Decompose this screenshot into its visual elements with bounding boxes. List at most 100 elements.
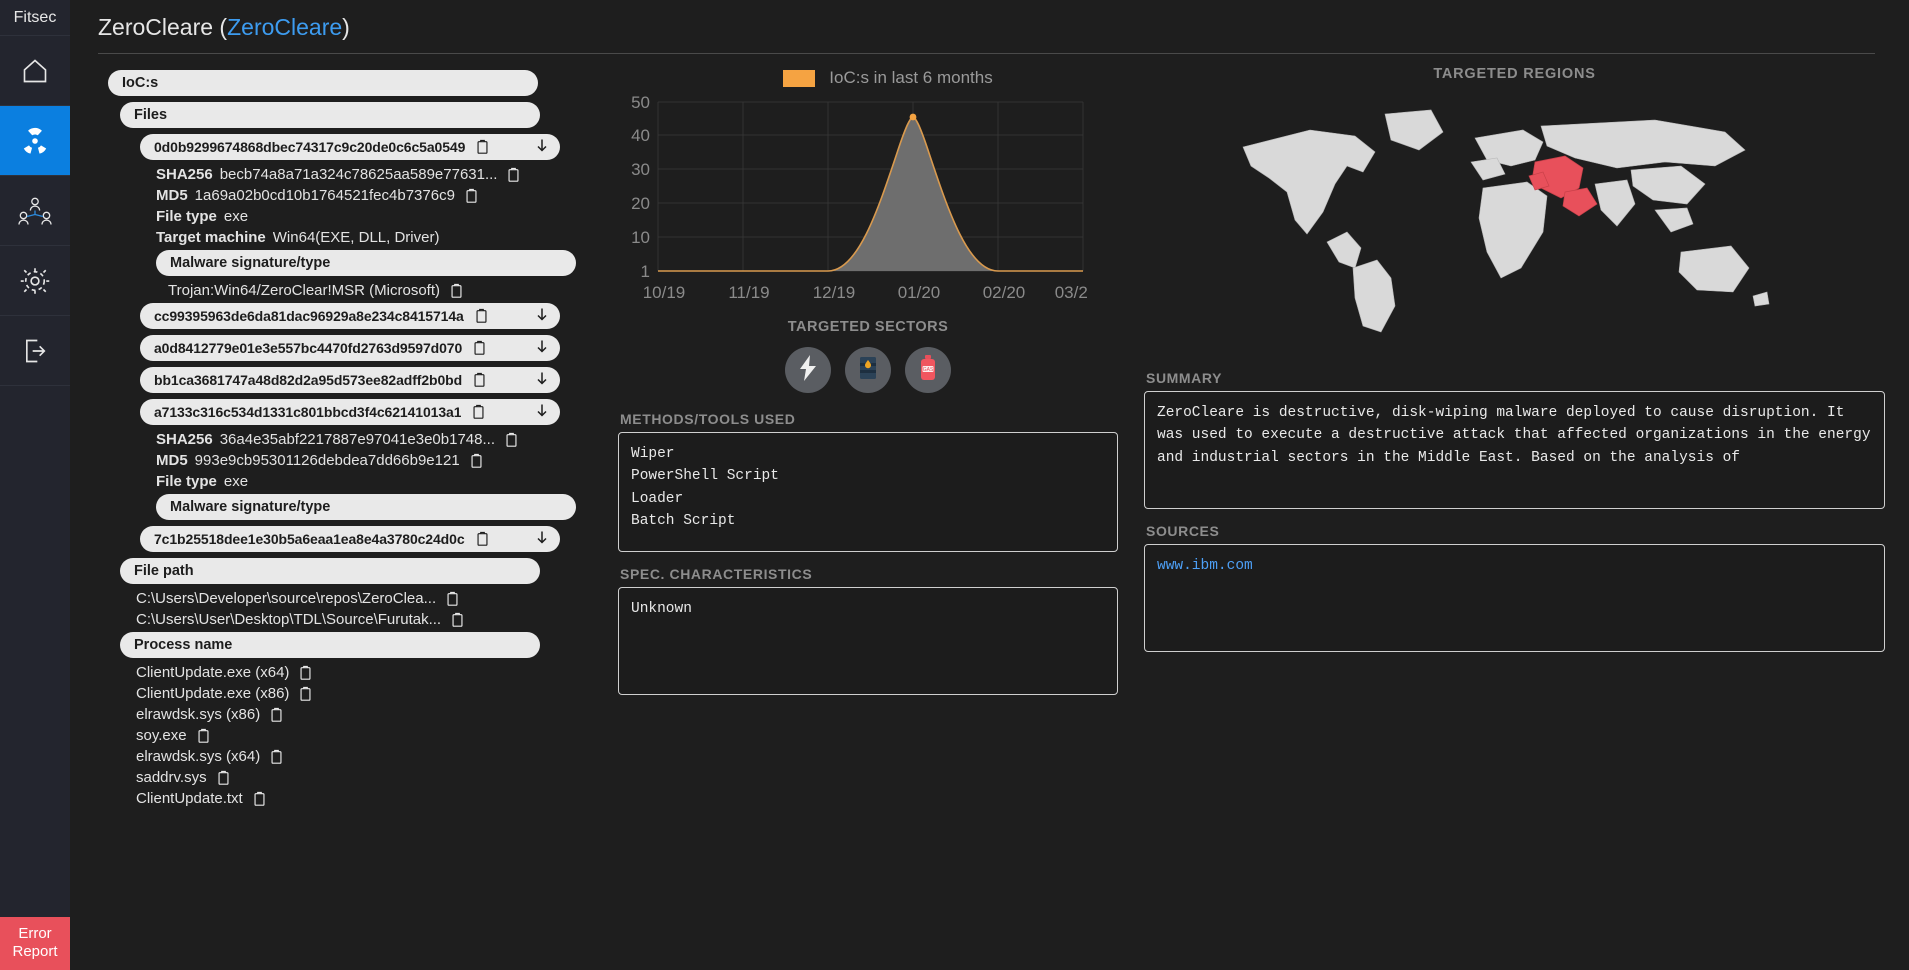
ioc-hash-pill[interactable]: 7c1b25518dee1e30b5a6eaa1ea8e4a3780c24d0c <box>140 526 560 552</box>
ioc-hash-pill[interactable]: 0d0b9299674868dbec74317c9c20de0c6c5a0549 <box>140 134 560 160</box>
sector-gas[interactable]: GAS <box>905 347 951 393</box>
x-tick-label: 02/20 <box>983 283 1026 302</box>
malware-signature-value: Trojan:Win64/ZeroClear!MSR (Microsoft) <box>168 282 440 299</box>
copy-icon[interactable] <box>196 728 211 744</box>
gear-icon <box>20 266 50 296</box>
ioc-hash-value: 7c1b25518dee1e30b5a6eaa1ea8e4a3780c24d0c <box>154 531 465 547</box>
ioc-root-pill[interactable]: IoC:s <box>108 70 538 96</box>
ioc-sha256-row: SHA256 36a4e35abf2217887e97041e3e0b1748.… <box>156 431 618 448</box>
x-tick-label: 10/19 <box>643 283 686 302</box>
process-name-row: elrawdsk.sys (x64) <box>136 748 618 765</box>
sidebar-item-actors[interactable] <box>0 176 70 246</box>
copy-icon[interactable] <box>450 612 465 628</box>
ioc-target-label: Target machine <box>156 229 266 246</box>
process-name-label: Process name <box>134 637 233 653</box>
summary-panel[interactable]: ZeroCleare is destructive, disk-wiping m… <box>1144 391 1885 509</box>
copy-icon[interactable] <box>269 749 284 765</box>
copy-icon[interactable] <box>269 707 284 723</box>
copy-icon[interactable] <box>504 432 519 448</box>
y-tick-label: 20 <box>631 194 650 213</box>
chevron-down-icon[interactable] <box>536 531 548 548</box>
ioc-hash-pill[interactable]: bb1ca3681747a48d82d2a95d573ee82adff2b0bd <box>140 367 560 393</box>
malware-signature-pill[interactable]: Malware signature/type <box>156 494 576 520</box>
copy-icon[interactable] <box>506 167 521 183</box>
sector-energy[interactable] <box>785 347 831 393</box>
sidebar-item-threats[interactable] <box>0 106 70 176</box>
x-tick-label: 03/20 <box>1055 283 1088 302</box>
gas-cylinder-icon: GAS <box>917 354 939 387</box>
chevron-down-icon[interactable] <box>536 404 548 421</box>
process-name-row: elrawdsk.sys (x86) <box>136 706 618 723</box>
svg-text:GAS: GAS <box>923 367 934 373</box>
process-name-row: soy.exe <box>136 727 618 744</box>
copy-icon[interactable] <box>252 791 267 807</box>
ioc-hash-pill[interactable]: a0d8412779e01e3e557bc4470fd2763d9597d070 <box>140 335 560 361</box>
ioc-files-pill[interactable]: Files <box>120 102 540 128</box>
methods-panel[interactable]: Wiper PowerShell Script Loader Batch Scr… <box>618 432 1118 552</box>
summary-section: SUMMARY ZeroCleare is destructive, disk-… <box>1144 370 1885 652</box>
ioc-hash-pill[interactable]: a7133c316c534d1331c801bbcd3f4c62141013a1 <box>140 399 560 425</box>
page-title-alias[interactable]: ZeroCleare <box>227 14 342 40</box>
targeted-regions-title: TARGETED REGIONS <box>1433 66 1596 82</box>
y-tick-label: 30 <box>631 160 650 179</box>
malware-signature-pill[interactable]: Malware signature/type <box>156 250 576 276</box>
chart-peak-marker <box>909 113 917 121</box>
copy-icon[interactable] <box>298 665 313 681</box>
ioc-md5-label: MD5 <box>156 452 188 469</box>
chevron-down-icon[interactable] <box>536 139 548 156</box>
copy-icon[interactable] <box>464 188 479 204</box>
chart-legend: IoC:s in last 6 months <box>658 68 1118 88</box>
ioc-md5-value: 1a69a02b0cd10b1764521fec4b7376c9 <box>194 187 455 204</box>
ioc-hash-value: bb1ca3681747a48d82d2a95d573ee82adff2b0bd <box>154 372 463 388</box>
ioc-filetype-value: exe <box>223 208 249 225</box>
copy-icon[interactable] <box>475 531 490 547</box>
ioc-root-label: IoC:s <box>122 75 159 91</box>
process-name-row: ClientUpdate.exe (x86) <box>136 685 618 702</box>
error-report-line2: Report <box>12 943 58 961</box>
copy-icon[interactable] <box>474 308 489 324</box>
targeted-sectors-title: TARGETED SECTORS <box>787 319 949 335</box>
y-tick-label: 1 <box>641 262 650 281</box>
source-link[interactable]: www.ibm.com <box>1157 558 1253 574</box>
copy-icon[interactable] <box>449 283 464 299</box>
copy-icon[interactable] <box>298 686 313 702</box>
error-report-line1: Error <box>18 924 52 942</box>
file-path-value: C:\Users\User\Desktop\TDL\Source\Furutak… <box>136 611 442 628</box>
copy-icon[interactable] <box>475 139 490 155</box>
copy-icon[interactable] <box>469 453 484 469</box>
summary-sources-row: SUMMARY ZeroCleare is destructive, disk-… <box>1144 370 1885 652</box>
file-path-label: File path <box>134 563 194 579</box>
error-report-button[interactable]: Error Report <box>0 916 70 970</box>
ioc-filetype-row: File type exe <box>156 473 618 490</box>
process-name-pill[interactable]: Process name <box>120 632 540 658</box>
spec-label: SPEC. CHARACTERISTICS <box>620 566 813 582</box>
ioc-md5-label: MD5 <box>156 187 188 204</box>
chevron-down-icon[interactable] <box>536 372 548 389</box>
sidebar-item-logout[interactable] <box>0 316 70 386</box>
x-tick-label: 12/19 <box>813 283 856 302</box>
sources-label: SOURCES <box>1146 523 1220 539</box>
copy-icon[interactable] <box>216 770 231 786</box>
ioc-hash-pill[interactable]: cc99395963de6da81dac96929a8e234c8415714a <box>140 303 560 329</box>
process-name-value: soy.exe <box>136 727 187 744</box>
right-column: TARGETED REGIONS SUMMARY ZeroCleare is d… <box>1118 54 1885 969</box>
copy-icon[interactable] <box>471 404 486 420</box>
sector-oil[interactable] <box>845 347 891 393</box>
copy-icon[interactable] <box>472 340 487 356</box>
sidebar-item-settings[interactable] <box>0 246 70 316</box>
ioc-filetype-label: File type <box>156 208 217 225</box>
world-map <box>1144 82 1885 352</box>
radiation-icon <box>19 125 51 157</box>
copy-icon[interactable] <box>472 372 487 388</box>
chevron-down-icon[interactable] <box>536 340 548 357</box>
y-tick-label: 50 <box>631 93 650 112</box>
sidebar-item-home[interactable] <box>0 36 70 106</box>
file-path-value: C:\Users\Developer\source\repos\ZeroClea… <box>136 590 437 607</box>
copy-icon[interactable] <box>445 591 460 607</box>
spec-panel[interactable]: Unknown <box>618 587 1118 695</box>
page-title: ZeroCleare (ZeroCleare) <box>98 0 1875 54</box>
chevron-down-icon[interactable] <box>536 308 548 325</box>
file-path-row: C:\Users\Developer\source\repos\ZeroClea… <box>136 590 618 607</box>
file-path-pill[interactable]: File path <box>120 558 540 584</box>
ioc-md5-value: 993e9cb95301126debdea7dd66b9e121 <box>194 452 460 469</box>
